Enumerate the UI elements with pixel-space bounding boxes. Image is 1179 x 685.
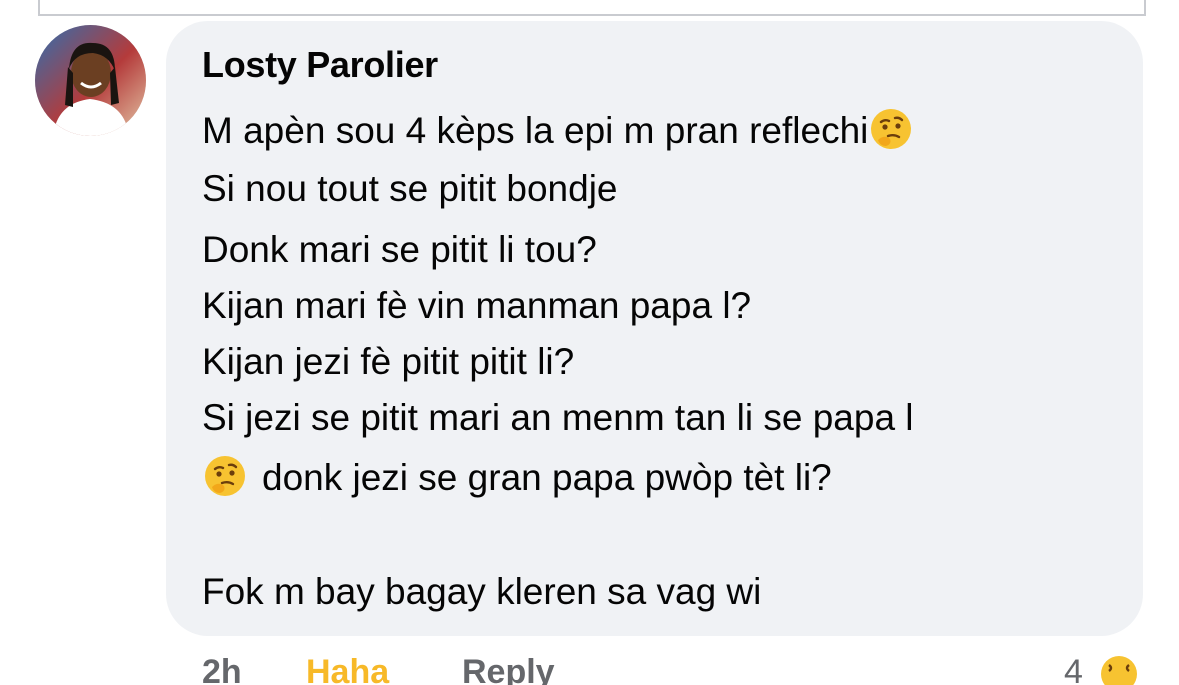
comment-line-7-text: donk jezi se gran papa pwòp tèt li? [262, 457, 832, 498]
thinking-face-icon [202, 453, 248, 499]
comment-line-1-text: M apèn sou 4 kèps la epi m pran reflechi [202, 110, 869, 151]
comment-author-name[interactable]: Losty Parolier [202, 44, 438, 86]
comment-line-5: Kijan jezi fè pitit pitit li? [202, 341, 575, 382]
author-avatar[interactable] [35, 25, 146, 136]
thinking-face-icon [868, 106, 914, 152]
comment-line-8: Fok m bay bagay kleren sa vag wi [202, 571, 762, 612]
reaction-count[interactable]: 4 [1064, 653, 1083, 685]
comment-line-7: donk jezi se gran papa pwòp tèt li? [202, 453, 832, 500]
haha-reaction-button[interactable]: Haha [306, 653, 389, 685]
previous-comment-box-edge [38, 0, 1146, 16]
comment-line-4: Kijan mari fè vin manman papa l? [202, 285, 752, 326]
comment-line-1: M apèn sou 4 kèps la epi m pran reflechi [202, 106, 914, 153]
comment-line-3: Donk mari se pitit li tou? [202, 229, 597, 270]
comment-line-6: Si jezi se pitit mari an menm tan li se … [202, 397, 914, 438]
laughing-face-icon[interactable] [1096, 651, 1142, 685]
reply-button[interactable]: Reply [462, 653, 555, 685]
comment-line-2: Si nou tout se pitit bondje [202, 168, 618, 209]
comment-timestamp[interactable]: 2h [202, 653, 242, 685]
comment-actions-bar: 2h Haha Reply 4 [0, 645, 1179, 685]
